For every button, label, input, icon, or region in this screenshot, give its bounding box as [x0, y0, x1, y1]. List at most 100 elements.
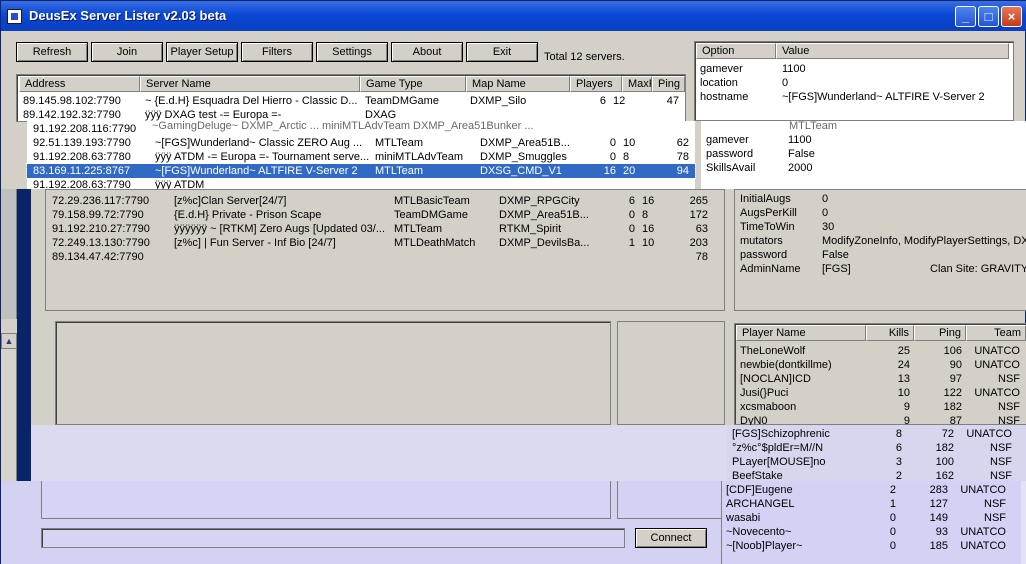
maximize-icon[interactable]: □ [978, 6, 999, 27]
table-row[interactable]: 89.145.98.102:7790 ~ {E.d.H} Esquadra Del… [17, 94, 685, 108]
player-list[interactable]: Player Name Kills Ping Team TheLoneWolf 2… [734, 323, 1026, 427]
col-address[interactable]: Address [19, 76, 140, 92]
connect-button[interactable]: Connect [635, 528, 707, 548]
list-item[interactable]: password False [735, 248, 1026, 262]
settings-button[interactable]: Settings [316, 42, 388, 62]
table-row[interactable]: 72.249.13.130:7790 [z%c] | Fun Server - I… [46, 236, 724, 250]
server-list-mid[interactable]: ~GamingDeluge~ DXMP_Arctic ... miniMTLAd… [26, 120, 696, 191]
col-map-name[interactable]: Map Name [466, 76, 570, 92]
list-item[interactable]: InitialAugs 0 [735, 192, 1026, 206]
table-row[interactable]: ~Novecento~ 0 93 UNATCO [722, 525, 1021, 539]
scroll-up-icon[interactable]: ▲ [1, 333, 17, 349]
list-item[interactable]: mutators ModifyZoneInfo, ModifyPlayerSett… [735, 234, 1026, 248]
list-item[interactable]: location 0 [695, 76, 1013, 90]
exit-button[interactable]: Exit [466, 42, 538, 62]
option-value: 0 [822, 193, 829, 205]
col-maxp[interactable]: MaxP. [622, 76, 652, 92]
table-row[interactable]: xcsmaboon 9 182 NSF [735, 400, 1026, 414]
option-name: SkillsAvail [706, 162, 756, 174]
col-team[interactable]: Team [966, 325, 1026, 341]
list-item[interactable]: hostname ~[FGS]Wunderland~ ALTFIRE V-Serv… [695, 90, 1013, 104]
col-ping[interactable]: Ping [652, 76, 685, 92]
minimize-icon[interactable]: _ [955, 6, 976, 27]
player-ping: 182 [943, 401, 962, 413]
server-address: 91.192.210.27:7790 [52, 223, 150, 235]
options-list[interactable]: Option Value gamever 1100 location 0 hostnam… [694, 41, 1014, 121]
table-row[interactable]: [NOCLAN]ICD 13 97 NSF [735, 372, 1026, 386]
player-team: NSF [984, 512, 1006, 524]
table-row[interactable]: wasabi 0 149 NSF [722, 511, 1021, 525]
options-list-mid[interactable]: MTLTeam gamever 1100 password False SkillsAv… [701, 120, 1026, 189]
player-ping: 97 [949, 373, 962, 385]
list-item[interactable]: gamever 1100 [695, 62, 1013, 76]
table-row[interactable]: 91.192.208.63:7780 ÿÿÿ ATDM -= Europa =- … [27, 150, 695, 164]
about-button[interactable]: About [391, 42, 463, 62]
col-player-name[interactable]: Player Name [736, 325, 866, 341]
filters-button[interactable]: Filters [241, 42, 313, 62]
player-kills: 13 [897, 373, 910, 385]
player-list-mid[interactable]: [FGS]Schizophrenic 8 72 UNATCO °z%c°$pldEr=M… [727, 425, 1026, 482]
table-row[interactable]: ~[Noob]Player~ 0 185 UNATCO [722, 539, 1021, 553]
refresh-button[interactable]: Refresh [16, 42, 88, 62]
table-row[interactable]: °z%c°$pldEr=M//N 6 182 NSF [727, 441, 1026, 455]
option-name: password [740, 249, 788, 261]
player-kills: 25 [897, 345, 910, 357]
col-kills[interactable]: Kills [866, 325, 914, 341]
server-address: 89.134.47.42:7790 [52, 251, 144, 263]
list-item[interactable]: TimeToWin 30 [735, 220, 1026, 234]
chat-panel[interactable] [55, 321, 611, 425]
list-item[interactable]: AugsPerKill 0 [735, 206, 1026, 220]
table-row[interactable]: [FGS]Schizophrenic 8 72 UNATCO [727, 427, 1026, 441]
option-name: mutators [740, 235, 783, 247]
col-players[interactable]: Players [570, 76, 622, 92]
server-game-type: MTLTeam [375, 165, 424, 177]
join-button[interactable]: Join [91, 42, 163, 62]
table-row[interactable]: 83.169.11.225:8767 ~[FGS]Wunderland~ ALTF… [26, 163, 696, 179]
player-setup-button[interactable]: Player Setup [166, 42, 238, 62]
options-list-bottom[interactable]: InitialAugs 0 AugsPerKill 0 TimeToWin 30 mutat… [734, 189, 1026, 311]
table-row[interactable]: 79.158.99.72:7790 {E.d.H} Private - Priso… [46, 208, 724, 222]
player-name: ~[Noob]Player~ [726, 540, 803, 552]
connect-input[interactable] [41, 528, 625, 548]
table-row[interactable]: 91.192.208.116:7790 [27, 122, 695, 136]
table-row[interactable]: TheLoneWolf 25 106 UNATCO [735, 344, 1026, 358]
chat-panel-lower[interactable] [41, 481, 611, 519]
player-list-bottom[interactable]: [CDF]Eugene 2 283 UNATCO ARCHANGEL 1 127 NSF was… [721, 481, 1021, 564]
server-address: 72.249.13.130:7790 [52, 237, 150, 249]
server-list[interactable]: Address Server Name Game Type Map Name P… [16, 74, 686, 122]
title-bar[interactable]: DeusEx Server Lister v2.03 beta _ □ × [1, 1, 1026, 31]
app-icon [7, 9, 22, 24]
col-server-name[interactable]: Server Name [140, 76, 360, 92]
table-row[interactable]: Jusi(}Puci 10 122 UNATCO [735, 386, 1026, 400]
col-player-ping[interactable]: Ping [914, 325, 966, 341]
table-row[interactable]: 91.192.210.27:7790 ÿÿÿÿÿÿ ~ [RTKM] Zero A… [46, 222, 724, 236]
server-maxp: 20 [623, 165, 636, 177]
player-kills: 0 [889, 526, 896, 538]
list-item[interactable]: gamever 1100 [701, 133, 1026, 147]
player-ping: 149 [929, 512, 948, 524]
server-players: 16 [603, 165, 616, 177]
table-row[interactable]: [CDF]Eugene 2 283 UNATCO [722, 483, 1021, 497]
server-list-bottom[interactable]: 72.29.236.117:7790 [z%c]Clan Server[24/7]… [45, 189, 725, 311]
table-row[interactable]: ARCHANGEL 1 127 NSF [722, 497, 1021, 511]
table-row[interactable]: 92.51.139.193:7790 ~[FGS]Wunderland~ Clas… [27, 136, 695, 150]
tear-band-1 [31, 425, 727, 481]
list-item[interactable]: SkillsAvail 2000 [701, 161, 1026, 175]
table-row[interactable]: 89.134.47.42:7790 78 [46, 250, 724, 264]
server-ping: 47 [666, 95, 679, 107]
option-value: False [822, 249, 849, 261]
table-row[interactable]: newbie(dontkillme) 24 90 UNATCO [735, 358, 1026, 372]
col-game-type[interactable]: Game Type [360, 76, 466, 92]
server-name: [z%c]Clan Server[24/7] [174, 195, 287, 207]
table-row[interactable]: PLayer[MOUSE]no 3 100 NSF [727, 455, 1026, 469]
col-option[interactable]: Option [696, 43, 776, 59]
option-value: 1100 [788, 134, 812, 146]
server-map: DXMP_DevilsBa... [499, 237, 590, 249]
option-value: 0 [822, 207, 829, 219]
list-item[interactable]: AdminName [FGS] Clan Site: GRAVITY- [735, 262, 1026, 276]
server-name: ~[FGS]Wunderland~ ALTFIRE V-Server 2 [155, 165, 358, 177]
close-icon[interactable]: × [1001, 6, 1022, 27]
col-value[interactable]: Value [776, 43, 1009, 59]
table-row[interactable]: 72.29.236.117:7790 [z%c]Clan Server[24/7]… [46, 194, 724, 208]
list-item[interactable]: password False [701, 147, 1026, 161]
